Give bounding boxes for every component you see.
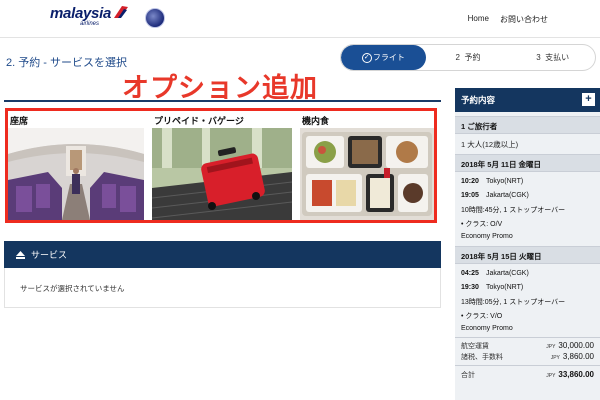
option-meal-label: 機内食 <box>302 116 330 126</box>
taxes-label: 諸税、手数料 <box>461 353 503 361</box>
leg2-arr-time: 19:30 <box>461 284 479 291</box>
option-seat-label: 座席 <box>10 116 29 126</box>
leg2-arr-place: Tokyo(NRT) <box>486 284 524 291</box>
booking-steps: ✓ フライト 2 予約 3 支払い <box>340 44 596 71</box>
plus-icon[interactable]: + <box>582 93 595 106</box>
option-seat[interactable]: 座席 <box>8 114 144 220</box>
red-suitcase-image <box>152 128 292 220</box>
leg2-class: • クラス: V/O <box>461 312 503 320</box>
airfare-currency: JPY <box>546 344 556 350</box>
nav-home-link[interactable]: Home <box>468 14 489 25</box>
leg2-date: 2018年 5月 15日 火曜日 <box>455 246 600 264</box>
step-flight[interactable]: ✓ フライト <box>341 45 426 70</box>
booking-summary-panel: 予約内容 + 1 ご旅行者 1 大人(12歳以上) 2018年 5月 11日 金… <box>455 88 600 400</box>
nav-contact-link[interactable]: お問い合わせ <box>500 14 548 25</box>
leg1-fare: Economy Promo <box>461 233 513 240</box>
leg2-fare: Economy Promo <box>461 325 513 332</box>
logo-subtext: airlines <box>80 21 100 27</box>
airfare-label: 航空運賃 <box>461 342 489 350</box>
step-payment-label: 3 支払い <box>536 53 570 62</box>
leg2-arrival: 19:30 Tokyo(NRT) <box>455 282 600 293</box>
leg1-dep-place: Tokyo(NRT) <box>486 178 524 185</box>
leg1-class: • クラス: O/V <box>461 220 503 228</box>
leg1-arr-time: 19:05 <box>461 192 479 199</box>
fare-row-airfare: 航空運賃 JPY 30,000.00 <box>455 340 600 351</box>
option-prepaid-baggage[interactable]: プリペイド・バゲージ <box>152 114 292 220</box>
summary-header: 予約内容 + <box>455 88 600 112</box>
options-highlight-frame: 座席 プリペイド・バゲージ 機内食 <box>5 108 437 223</box>
services-empty-text: サービスが選択されていません <box>20 284 125 293</box>
total-amount: 33,860.00 <box>558 370 594 379</box>
step-booking-label: 2 予約 <box>455 53 481 62</box>
option-baggage-label: プリペイド・バゲージ <box>154 116 244 126</box>
leg1-date: 2018年 5月 11日 金曜日 <box>455 154 600 172</box>
leg1-arrival: 19:05 Jakarta(CGK) <box>455 190 600 201</box>
page-title: 2. 予約 - サービスを選択 <box>6 57 128 69</box>
leg2-dep-time: 04:25 <box>461 270 479 277</box>
airplane-cabin-image <box>8 128 144 220</box>
meal-tray-image <box>300 128 434 220</box>
services-body: サービスが選択されていません <box>4 268 441 308</box>
kite-logo-icon <box>113 6 128 18</box>
oneworld-logo-icon <box>145 8 165 28</box>
taxes-currency: JPY <box>550 355 560 361</box>
passengers-detail: 1 大人(12歳以上) <box>461 140 519 149</box>
step-flight-label: フライト <box>372 53 405 62</box>
taxes-amount: 3,860.00 <box>562 352 594 361</box>
leg1-duration: 10時間:45分, 1 ストップオーバー <box>461 206 566 214</box>
malaysia-airlines-logo[interactable]: malaysia airlines <box>50 5 129 27</box>
fare-row-taxes: 諸税、手数料 JPY 3,860.00 <box>455 351 600 362</box>
summary-title: 予約内容 <box>461 95 496 105</box>
services-header[interactable]: サービス <box>4 241 441 268</box>
leg1-departure: 10:20 Tokyo(NRT) <box>455 176 600 187</box>
total-label: 合計 <box>461 371 475 379</box>
passengers-header: 1 ご旅行者 <box>455 116 600 134</box>
leg1-dep-time: 10:20 <box>461 178 479 185</box>
section-divider <box>4 100 441 102</box>
step-booking[interactable]: 2 予約 <box>426 45 511 70</box>
eject-icon <box>16 250 25 259</box>
check-circle-icon: ✓ <box>361 52 372 63</box>
logo-text: malaysia <box>50 5 111 22</box>
services-title: サービス <box>31 250 68 260</box>
leg1-arr-place: Jakarta(CGK) <box>486 192 529 199</box>
leg2-departure: 04:25 Jakarta(CGK) <box>455 268 600 279</box>
leg2-duration: 13時間:05分, 1 ストップオーバー <box>461 298 566 306</box>
airfare-amount: 30,000.00 <box>558 341 594 350</box>
top-nav: Home お問い合わせ <box>468 14 548 25</box>
fare-row-total: 合計 JPY 33,860.00 <box>455 369 600 380</box>
total-currency: JPY <box>546 373 556 379</box>
top-bar: malaysia airlines Home お問い合わせ <box>0 0 600 38</box>
leg2-dep-place: Jakarta(CGK) <box>486 270 529 277</box>
step-payment[interactable]: 3 支払い <box>510 45 595 70</box>
option-inflight-meal[interactable]: 機内食 <box>300 114 434 220</box>
